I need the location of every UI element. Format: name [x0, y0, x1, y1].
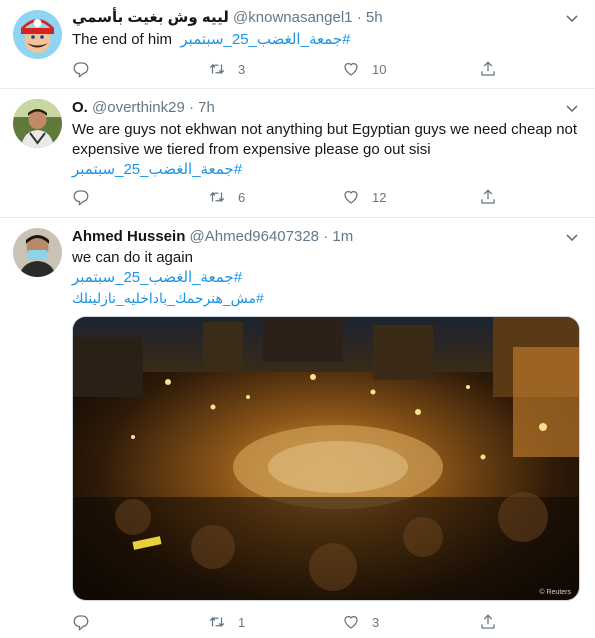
share-icon: [481, 61, 495, 76]
like-button[interactable]: 10: [342, 58, 386, 80]
image-credit: © Reuters: [539, 589, 571, 596]
reply-button[interactable]: [72, 186, 90, 208]
retweet-icon: [209, 63, 225, 75]
separator-dot: ·: [188, 99, 194, 116]
like-count: 12: [372, 189, 387, 205]
hashtag-link[interactable]: #جمعة_الغضب_25_سبتمبر: [72, 160, 242, 180]
like-count: 3: [372, 614, 380, 630]
hashtag-link[interactable]: #مش_هنرحمك_باداخليه_نازلينلك: [72, 288, 264, 308]
share-button[interactable]: [479, 58, 497, 80]
share-icon: [481, 189, 495, 204]
retweet-count: 6: [238, 189, 246, 205]
reply-icon: [73, 190, 89, 206]
separator-dot: ·: [356, 9, 362, 26]
display-name[interactable]: Ahmed Hussein: [72, 228, 185, 245]
avatar[interactable]: [13, 10, 62, 59]
tweet[interactable]: Ahmed Hussein @Ahmed96407328 · 1m we can…: [0, 218, 595, 638]
separator-dot: ·: [323, 228, 329, 245]
hashtag-link[interactable]: #جمعة_الغضب_25_سبتمبر: [180, 30, 350, 50]
user-handle[interactable]: @Ahmed96407328: [190, 228, 320, 245]
reply-icon: [73, 615, 89, 631]
display-name[interactable]: O.: [72, 99, 88, 116]
tweet-header: O. @overthink29 · 7h: [72, 98, 215, 118]
tweet-text: The end of him #جمعة_الغضب_25_سبتمبر: [72, 30, 581, 50]
chevron-down-icon[interactable]: [563, 9, 581, 27]
share-button[interactable]: [479, 611, 497, 633]
share-icon: [481, 614, 495, 629]
tweet-header: لييه وش بغيت بأسمي @knownasangel1 · 5h: [72, 8, 383, 28]
display-name[interactable]: لييه وش بغيت بأسمي: [72, 9, 229, 26]
timestamp[interactable]: 1m: [332, 228, 353, 245]
retweet-button[interactable]: 3: [208, 58, 245, 80]
timestamp[interactable]: 7h: [198, 99, 215, 116]
retweet-button[interactable]: 6: [208, 186, 245, 208]
like-button[interactable]: 3: [342, 611, 379, 633]
retweet-count: 3: [238, 61, 246, 77]
reply-button[interactable]: [72, 58, 90, 80]
tweet-actions: 1 3: [72, 611, 497, 633]
retweet-count: 1: [238, 614, 246, 630]
tweet[interactable]: O. @overthink29 · 7h We are guys not ekh…: [0, 89, 595, 218]
tweet-body: The end of him: [72, 31, 173, 48]
heart-icon: [344, 62, 358, 76]
user-handle[interactable]: @overthink29: [92, 99, 185, 116]
retweet-icon: [209, 191, 225, 203]
heart-icon: [344, 190, 358, 204]
reply-icon: [73, 62, 89, 78]
tweet-text: We are guys not ekhwan not anything but …: [72, 120, 581, 180]
hashtag-link[interactable]: #جمعة_الغضب_25_سبتمبر: [72, 268, 242, 288]
tweet-actions: 6 12: [72, 186, 497, 208]
tweet-body: We are guys not ekhwan not anything but …: [72, 121, 578, 158]
timestamp[interactable]: 5h: [366, 9, 383, 26]
tweet-actions: 3 10: [72, 58, 497, 80]
like-button[interactable]: 12: [342, 186, 386, 208]
share-button[interactable]: [479, 186, 497, 208]
tweet-image[interactable]: © Reuters: [72, 316, 580, 601]
tweet-body: we can do it again: [72, 249, 193, 266]
retweet-icon: [209, 616, 225, 628]
tweet-text: we can do it again #جمعة_الغضب_25_سبتمبر…: [72, 248, 581, 309]
tweet[interactable]: لييه وش بغيت بأسمي @knownasangel1 · 5h T…: [0, 0, 595, 89]
avatar[interactable]: [13, 228, 62, 277]
chevron-down-icon[interactable]: [563, 99, 581, 117]
reply-button[interactable]: [72, 611, 90, 633]
retweet-button[interactable]: 1: [208, 611, 245, 633]
heart-icon: [344, 615, 358, 629]
avatar[interactable]: [13, 99, 62, 148]
like-count: 10: [372, 61, 387, 77]
chevron-down-icon[interactable]: [563, 228, 581, 246]
tweet-header: Ahmed Hussein @Ahmed96407328 · 1m: [72, 227, 353, 247]
user-handle[interactable]: @knownasangel1: [233, 9, 352, 26]
